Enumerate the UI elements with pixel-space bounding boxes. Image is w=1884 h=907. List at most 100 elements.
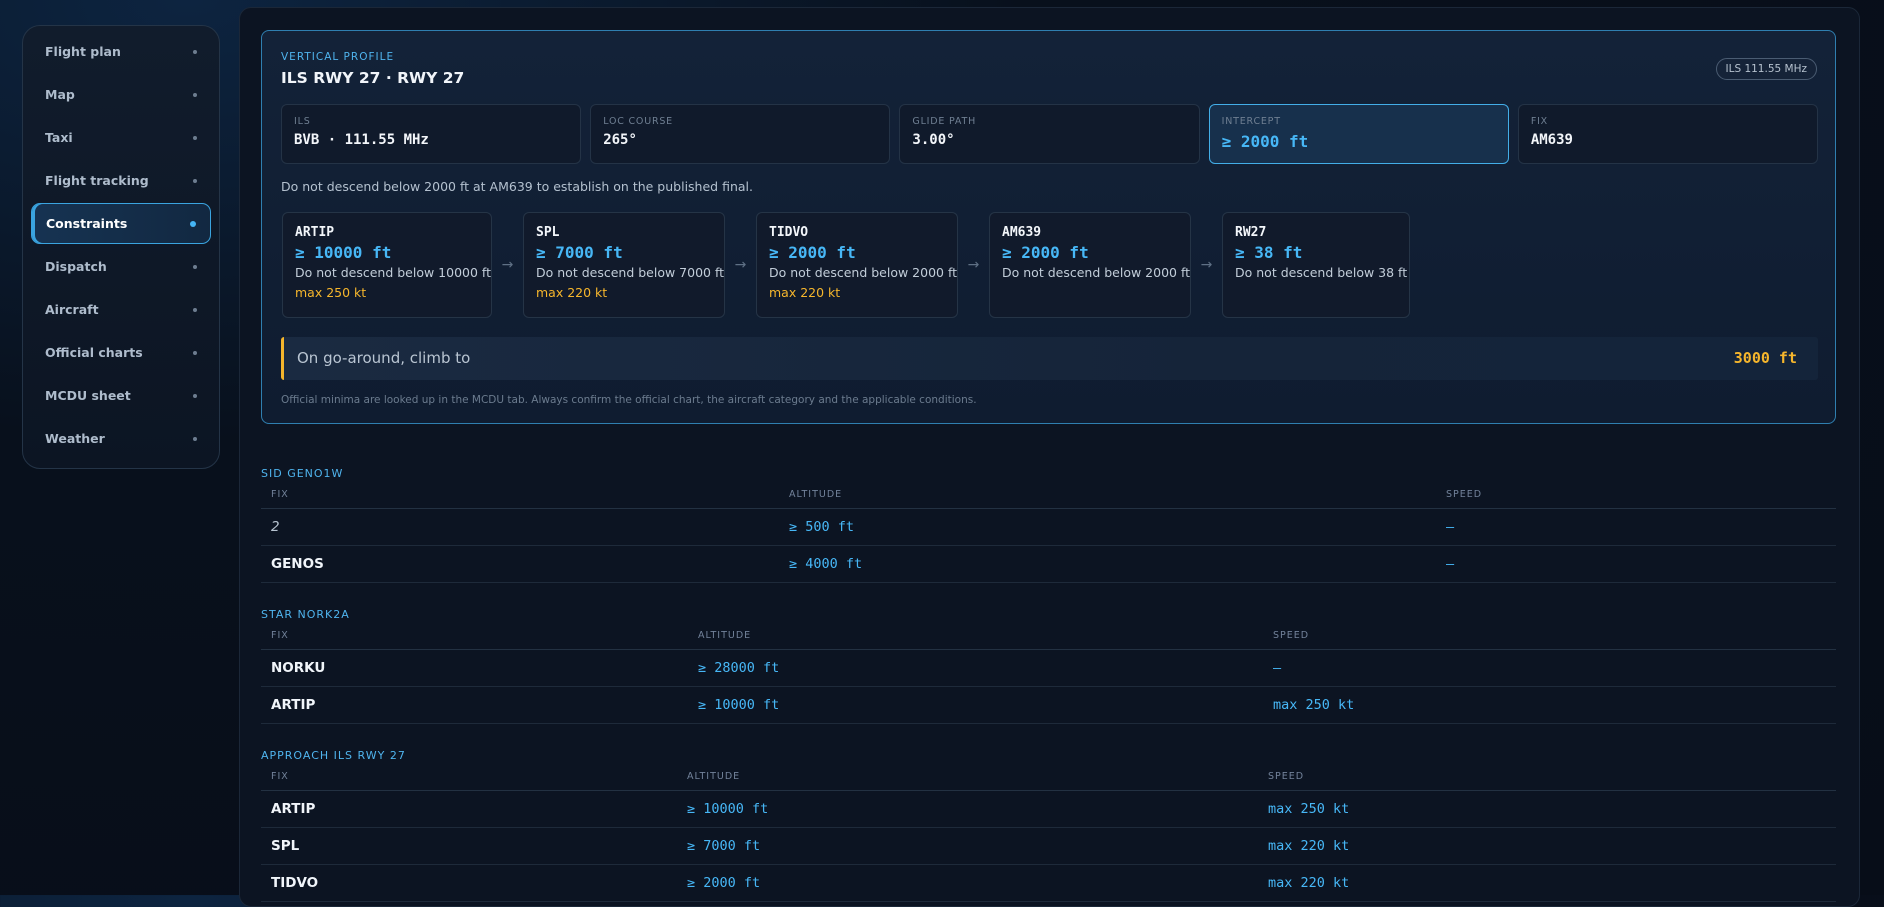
speed-cell: — — [1436, 545, 1836, 583]
vertical-profile-card: VERTICAL PROFILE ILS RWY 27 · RWY 27 ILS… — [261, 30, 1836, 424]
go-around-box: On go-around, climb to 3000 ft — [281, 337, 1818, 380]
fix-speed: max 250 kt — [295, 285, 367, 300]
altitude-cell: ≥ 500 ft — [779, 508, 1436, 546]
altitude-cell: ≥ 4000 ft — [779, 545, 1436, 583]
column-header-fix: FIX — [261, 482, 779, 509]
column-header-altitude: ALTITUDE — [779, 482, 1436, 509]
approach-info-row: ILS BVB · 111.55 MHz LOC COURSE 265° GLI… — [281, 104, 1819, 164]
info-value: 265° — [603, 132, 637, 148]
sidebar-item-label: MCDU sheet — [45, 388, 131, 403]
altitude-cell: ≥ 10000 ft — [677, 790, 1258, 828]
dot-icon — [193, 178, 197, 183]
sidebar-item-dispatch[interactable]: Dispatch — [31, 246, 211, 287]
fix-name: AM639 — [1002, 225, 1042, 240]
column-header-speed: SPEED — [1436, 482, 1836, 509]
info-label: FIX — [1530, 116, 1548, 127]
approach-constraints-table: FIX ALTITUDE SPEED ARTIP ≥ 10000 ft max … — [261, 764, 1836, 902]
speed-cell: — — [1436, 508, 1836, 546]
section-kicker: VERTICAL PROFILE — [281, 51, 395, 63]
approach-title: APPROACH ILS RWY 27 — [261, 749, 406, 762]
fix-altitude: ≥ 7000 ft — [536, 243, 623, 262]
table-row: SPL ≥ 7000 ft max 220 kt — [261, 827, 1836, 865]
table-row: GENOS ≥ 4000 ft — — [261, 545, 1836, 583]
sid-constraints-table: FIX ALTITUDE SPEED 2 ≥ 500 ft — GENOS ≥ … — [261, 482, 1836, 583]
info-box-fix: FIX AM639 — [1517, 104, 1819, 164]
info-value: 3.00° — [912, 132, 955, 148]
dot-icon — [193, 307, 197, 312]
sidebar-item-label: Flight plan — [45, 44, 121, 59]
sidebar-item-flight-plan[interactable]: Flight plan — [31, 31, 211, 72]
procedure-title: ILS RWY 27 · RWY 27 — [281, 69, 465, 87]
sidebar-item-official-charts[interactable]: Official charts — [31, 332, 211, 373]
fix-description: Do not descend below 7000 ft — [536, 265, 725, 280]
fix-cell: ARTIP — [261, 686, 688, 724]
fix-altitude: ≥ 38 ft — [1235, 243, 1303, 262]
intercept-note: Do not descend below 2000 ft at AM639 to… — [281, 179, 753, 194]
sidebar-item-label: Constraints — [46, 216, 128, 231]
info-label: LOC COURSE — [603, 116, 673, 127]
table-row: ARTIP ≥ 10000 ft max 250 kt — [261, 790, 1836, 828]
fix-card-spl: SPL ≥ 7000 ft Do not descend below 7000 … — [523, 212, 725, 318]
column-header-speed: SPEED — [1263, 623, 1836, 650]
sidebar-item-label: Taxi — [45, 130, 73, 145]
fix-card-rw27: RW27 ≥ 38 ft Do not descend below 38 ft — [1222, 212, 1410, 318]
altitude-cell: ≥ 28000 ft — [688, 649, 1263, 687]
altitude-cell: ≥ 10000 ft — [688, 686, 1263, 724]
fix-altitude: ≥ 10000 ft — [295, 243, 392, 262]
altitude-cell: ≥ 7000 ft — [677, 827, 1258, 865]
fix-description: Do not descend below 38 ft — [1235, 265, 1408, 280]
fix-card-artip: ARTIP ≥ 10000 ft Do not descend below 10… — [282, 212, 492, 318]
info-value: AM639 — [1530, 132, 1573, 148]
fix-name: RW27 — [1235, 225, 1267, 240]
fix-name: ARTIP — [295, 225, 335, 240]
fix-name: TIDVO — [769, 225, 809, 240]
sidebar-item-constraints[interactable]: Constraints — [31, 203, 211, 244]
minima-footnote: Official minima are looked up in the MCD… — [281, 394, 977, 406]
fix-cell: 2 — [261, 508, 779, 546]
dot-icon — [193, 264, 197, 269]
sidebar: Flight plan Map Taxi Flight tracking Con… — [22, 25, 220, 469]
dot-icon — [193, 135, 197, 140]
table-row: 2 ≥ 500 ft — — [261, 508, 1836, 546]
active-dot-icon — [190, 220, 196, 227]
column-header-fix: FIX — [261, 623, 688, 650]
sidebar-item-mcdu-sheet[interactable]: MCDU sheet — [31, 375, 211, 416]
column-header-altitude: ALTITUDE — [688, 623, 1263, 650]
info-label: INTERCEPT — [1221, 116, 1281, 127]
sidebar-item-label: Map — [45, 87, 75, 102]
fix-altitude: ≥ 2000 ft — [1002, 243, 1089, 262]
dot-icon — [193, 49, 197, 54]
info-box-ils: ILS BVB · 111.55 MHz — [281, 104, 582, 164]
fix-speed: max 220 kt — [536, 285, 608, 300]
star-title: STAR NORK2A — [261, 608, 350, 621]
fix-speed: max 220 kt — [769, 285, 841, 300]
fix-cell: GENOS — [261, 545, 779, 583]
fix-card-tidvo: TIDVO ≥ 2000 ft Do not descend below 200… — [756, 212, 958, 318]
info-value: ≥ 2000 ft — [1221, 132, 1309, 151]
table-header-row: FIX ALTITUDE SPEED — [261, 482, 1836, 509]
speed-cell: max 250 kt — [1258, 790, 1836, 828]
fix-description: Do not descend below 2000 ft — [769, 265, 958, 280]
sidebar-item-aircraft[interactable]: Aircraft — [31, 289, 211, 330]
table-header-row: FIX ALTITUDE SPEED — [261, 764, 1836, 791]
sidebar-item-weather[interactable]: Weather — [31, 418, 211, 459]
ils-frequency-badge: ILS 111.55 MHz — [1715, 58, 1817, 80]
info-box-intercept: INTERCEPT ≥ 2000 ft — [1208, 104, 1509, 164]
sidebar-item-flight-tracking[interactable]: Flight tracking — [31, 160, 211, 201]
info-box-loc-course: LOC COURSE 265° — [590, 104, 891, 164]
info-value: BVB · 111.55 MHz — [294, 132, 429, 148]
sidebar-item-map[interactable]: Map — [31, 74, 211, 115]
fix-sequence: ARTIP ≥ 10000 ft Do not descend below 10… — [282, 212, 1410, 318]
info-box-glide-path: GLIDE PATH 3.00° — [899, 104, 1200, 164]
sidebar-item-label: Weather — [45, 431, 105, 446]
dot-icon — [193, 436, 197, 441]
sidebar-item-taxi[interactable]: Taxi — [31, 117, 211, 158]
speed-cell: max 220 kt — [1258, 864, 1836, 902]
fix-altitude: ≥ 2000 ft — [769, 243, 856, 262]
arrow-right-icon: → — [1200, 257, 1213, 273]
info-label: GLIDE PATH — [912, 116, 977, 127]
sidebar-item-label: Flight tracking — [45, 173, 149, 188]
table-row: TIDVO ≥ 2000 ft max 220 kt — [261, 864, 1836, 902]
fix-cell: ARTIP — [261, 790, 677, 828]
column-header-altitude: ALTITUDE — [677, 764, 1258, 791]
